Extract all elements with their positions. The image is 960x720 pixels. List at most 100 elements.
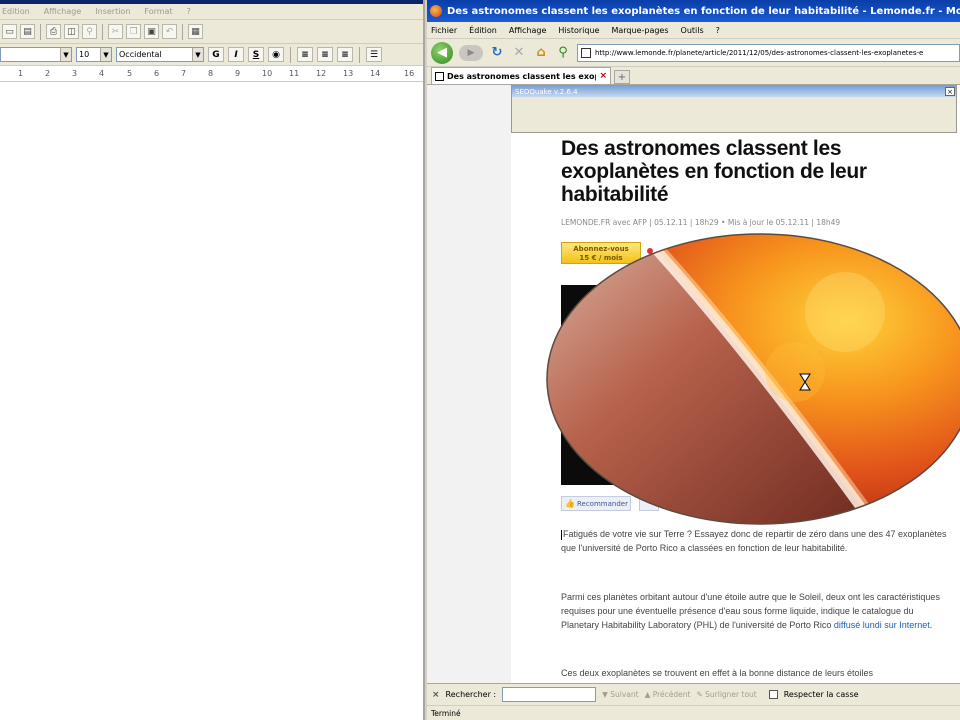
ruler-tick: 16 [404,69,415,78]
editor-menu-format[interactable]: Format [144,7,172,16]
editor-menu-edition[interactable]: Edition [2,7,30,16]
editor-menu-help[interactable]: ? [187,7,191,16]
desktop: Edition Affichage Insertion Format ? ▭ ▤… [0,0,960,720]
seoquake-label: SEOQuake v.2.6.4 [515,87,578,96]
editor-menu-insertion[interactable]: Insertion [95,7,130,16]
text-cursor [561,529,562,540]
find-input[interactable] [502,687,597,702]
cut-icon[interactable]: ✂ [108,24,123,39]
ruler-tick: 4 [99,69,105,78]
status-text: Terminé [431,708,461,718]
menu-affichage[interactable]: Affichage [509,26,547,35]
document-area[interactable] [0,84,423,720]
bullets-icon[interactable]: ☰ [366,47,382,62]
tab-favicon [435,71,444,81]
new-doc-icon[interactable]: ▭ [2,24,17,39]
article-title: Des astronomes classent les exoplanètes … [561,137,867,206]
undo-icon[interactable]: ↶ [162,24,177,39]
forward-icon[interactable]: ▶ [459,44,483,61]
menu-help[interactable]: ? [716,26,720,35]
ruler-tick: 9 [235,69,241,78]
close-find-icon[interactable]: × [432,690,440,700]
menu-edition[interactable]: Édition [469,26,497,35]
article-paragraph: Fatigués de votre vie sur Terre ? Essaye… [561,529,947,553]
firefox-icon [430,5,442,17]
stop-icon[interactable]: ✕ [511,45,527,61]
home-icon[interactable]: ⌂ [533,45,549,61]
font-size-select[interactable]: 10 ▼ [76,47,112,62]
toolbar-separator [290,46,291,63]
color-icon[interactable]: ◉ [268,47,284,62]
window-title: Des astronomes classent les exoplanètes … [447,5,960,17]
toolbar-separator [102,23,103,40]
ruler-tick: 5 [127,69,133,78]
status-bar: Terminé [427,705,960,720]
search-icon[interactable]: ⚲ [555,45,571,61]
editor-menu-affichage[interactable]: Affichage [44,7,82,16]
date-insert-icon[interactable]: ▦ [188,24,203,39]
navigation-toolbar: ◀ ▶ ↻ ✕ ⌂ ⚲ http://www.lemonde.fr/planet… [427,39,960,67]
ruler-tick: 14 [370,69,381,78]
reload-icon[interactable]: ↻ [489,45,505,61]
paste-icon[interactable]: ▣ [144,24,159,39]
ruler-tick: 3 [72,69,78,78]
close-tab-icon[interactable]: × [599,71,607,81]
bold-button[interactable]: G [208,47,224,62]
open-icon[interactable]: ▤ [20,24,35,39]
new-tab-button[interactable]: + [614,70,630,84]
italic-button[interactable]: I [228,47,244,62]
ruler[interactable]: 1 2 3 4 5 6 7 8 9 10 11 12 13 14 16 [0,66,423,82]
match-case-checkbox[interactable] [768,690,778,699]
toolbar-separator [359,46,360,63]
toolbar-separator [40,23,41,40]
copy-icon[interactable]: ❐ [126,24,141,39]
menu-fichier[interactable]: Fichier [431,26,457,35]
chevron-down-icon: ▼ [60,48,71,61]
url-bar[interactable]: http://www.lemonde.fr/planete/article/20… [577,43,960,62]
find-icon[interactable]: ⚲ [82,24,97,39]
article-paragraph: Ces deux exoplanètes se trouvent en effe… [561,668,874,678]
ruler-tick: 1 [18,69,24,78]
chevron-down-icon: ▼ [100,48,111,61]
seoquake-panel: SEOQuake v.2.6.4 × [511,85,957,133]
font-name-select[interactable]: ▼ [0,47,72,62]
browser-title-bar: Des astronomes classent les exoplanètes … [427,0,960,22]
find-label: Rechercher : [445,690,497,699]
script-select[interactable]: Occidental ▼ [116,47,204,62]
planet-illustration [546,233,960,525]
underline-button[interactable]: S [248,47,264,62]
highlight-all-button[interactable]: ✎ Surligner tout [696,690,756,699]
ruler-tick: 7 [181,69,187,78]
page-margin [427,85,511,683]
menu-historique[interactable]: Historique [558,26,599,35]
url-text: http://www.lemonde.fr/planete/article/20… [595,48,924,57]
tab-article[interactable]: Des astronomes classent les exopla... × [431,67,611,84]
print-preview-icon[interactable]: ◫ [64,24,79,39]
find-prev-button[interactable]: ▲ Précédent [645,690,691,699]
ruler-tick: 6 [154,69,160,78]
back-icon[interactable]: ◀ [431,41,453,64]
planet-image-overlay [545,232,960,527]
tab-label: Des astronomes classent les exopla... [447,71,596,81]
match-case-label: Respecter la casse [783,690,859,699]
align-center-icon[interactable]: ≡ [317,47,333,62]
close-icon[interactable]: × [945,87,955,96]
editor-standard-toolbar: ▭ ▤ ⎙ ◫ ⚲ ✂ ❐ ▣ ↶ ▦ [0,20,423,44]
align-right-icon[interactable]: ≡ [337,47,353,62]
menu-marque-pages[interactable]: Marque-pages [611,26,668,35]
article-meta: LEMONDE.FR avec AFP | 05.12.11 | 18h29 •… [561,218,841,227]
site-favicon [581,47,591,58]
ruler-tick: 8 [208,69,214,78]
text-editor-window: Edition Affichage Insertion Format ? ▭ ▤… [0,0,425,720]
print-icon[interactable]: ⎙ [46,24,61,39]
editor-format-toolbar: ▼ 10 ▼ Occidental ▼ G I S ◉ ≡ ≡ ≡ ☰ [0,44,423,66]
toolbar-separator [182,23,183,40]
align-left-icon[interactable]: ≡ [297,47,313,62]
ruler-tick: 11 [289,69,300,78]
ruler-tick: 13 [343,69,354,78]
article-link[interactable]: diffusé lundi sur Internet [834,620,930,630]
find-next-button[interactable]: ▼ Suivant [602,690,638,699]
tab-strip: Des astronomes classent les exopla... × … [427,67,960,85]
seoquake-header: SEOQuake v.2.6.4 × [512,86,956,97]
menu-outils[interactable]: Outils [681,26,704,35]
